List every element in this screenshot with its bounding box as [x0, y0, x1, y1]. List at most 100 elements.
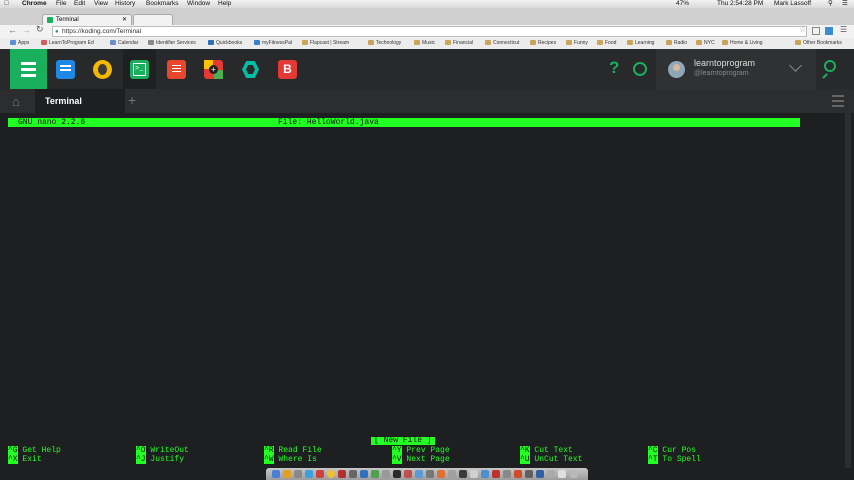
shortcut-get-help: ^G Get Help — [8, 446, 61, 455]
dock-app-icon[interactable] — [316, 470, 324, 478]
url-bar[interactable]: ● https://koding.com/Terminal — [52, 26, 807, 37]
dock-app-icon[interactable] — [426, 470, 434, 478]
bookmark-item[interactable]: Flapcast | Stream — [302, 38, 349, 49]
menu-help[interactable]: Help — [218, 0, 231, 8]
dock-app-icon[interactable] — [525, 470, 533, 478]
dock-app-icon[interactable] — [437, 470, 445, 478]
account-box[interactable]: learntoprogram @learntoprogram — [656, 49, 816, 89]
main-menu-button[interactable] — [10, 49, 47, 89]
chrome-menu-icon[interactable]: ☰ — [840, 25, 847, 34]
shortcut-prev-page: ^Y Prev Page — [392, 446, 450, 455]
bookmark-folder[interactable]: Technology — [368, 38, 401, 49]
menu-chrome[interactable]: Chrome — [22, 0, 47, 8]
dock-app-icon[interactable] — [415, 470, 423, 478]
extension-icon-2[interactable] — [825, 27, 833, 35]
dock-app-icon[interactable] — [283, 470, 291, 478]
terminal-scrollbar[interactable] — [845, 113, 851, 468]
dock-app-icon[interactable] — [470, 470, 478, 478]
dock-app-icon[interactable] — [448, 470, 456, 478]
dock-app-icon[interactable] — [360, 470, 368, 478]
apple-icon[interactable]:  — [4, 0, 9, 8]
bookmark-folder[interactable]: Financial — [445, 38, 473, 49]
hexagon-app-icon[interactable] — [241, 60, 260, 79]
menu-file[interactable]: File — [56, 0, 66, 8]
bookmark-folder[interactable]: Learning — [627, 38, 654, 49]
add-tab-button[interactable]: + — [128, 92, 136, 108]
bookmark-folder[interactable]: Connecticut — [485, 38, 519, 49]
bookmark-folder[interactable]: Radio — [666, 38, 687, 49]
terminal-app-icon: >_ — [130, 60, 149, 79]
tab-terminal[interactable]: Terminal — [35, 89, 125, 113]
notifications-icon[interactable] — [633, 62, 647, 76]
menu-edit[interactable]: Edit — [74, 0, 85, 8]
bookmark-folder[interactable]: Recipes — [530, 38, 556, 49]
dock-app-icon[interactable] — [382, 470, 390, 478]
shortcut-writeout: ^O WriteOut — [136, 446, 189, 455]
lock-icon: ● — [55, 29, 59, 35]
dock-app-icon[interactable] — [481, 470, 489, 478]
dock-app-icon[interactable] — [349, 470, 357, 478]
activity-app-icon[interactable] — [93, 60, 112, 79]
dock-app-icon[interactable] — [404, 470, 412, 478]
bookmark-folder[interactable]: NYC — [696, 38, 715, 49]
reload-icon[interactable]: ↻ — [36, 24, 44, 35]
shortcut-read-file: ^R Read File — [264, 446, 322, 455]
dock-app-icon[interactable] — [514, 470, 522, 478]
bookmark-item[interactable]: Apps — [10, 38, 29, 49]
shortcut-exit: ^X Exit — [8, 455, 42, 464]
dock-app-icon[interactable] — [536, 470, 544, 478]
bookmark-item[interactable]: Identifier Services — [148, 38, 196, 49]
dock-app-icon[interactable] — [305, 470, 313, 478]
menu-bookmarks[interactable]: Bookmarks — [146, 0, 179, 8]
dock-folder-icon[interactable] — [558, 470, 566, 478]
dock-app-icon[interactable] — [393, 470, 401, 478]
menu-window[interactable]: Window — [187, 0, 210, 8]
browser-tab[interactable]: Terminal ✕ — [42, 14, 132, 25]
terminal-app-active[interactable]: >_ — [123, 49, 156, 89]
user-name[interactable]: Mark Lassoff — [774, 0, 811, 8]
back-icon[interactable]: ← — [8, 25, 17, 35]
help-icon[interactable]: ? — [609, 58, 619, 78]
home-icon[interactable]: ⌂ — [12, 94, 20, 109]
bookmark-item[interactable]: myFitnessPal — [254, 38, 292, 49]
chrome-dock-icon[interactable] — [327, 470, 335, 478]
bookmark-item[interactable]: Calendar — [110, 38, 138, 49]
extension-icon[interactable] — [812, 27, 820, 35]
bookmark-item[interactable]: Quickbooks — [208, 38, 242, 49]
bookmark-folder[interactable]: Music — [414, 38, 435, 49]
menu-history[interactable]: History — [115, 0, 135, 8]
nano-header: GNU nano 2.2.6 File: HelloWorld.java — [8, 118, 800, 127]
other-bookmarks[interactable]: Other Bookmarks — [795, 38, 842, 49]
dock-app-icon[interactable] — [338, 470, 346, 478]
chat-app-icon[interactable] — [56, 60, 75, 79]
bookmark-folder[interactable]: Home & Living — [722, 38, 763, 49]
pane-menu-icon[interactable] — [832, 95, 844, 97]
dock-app-icon[interactable] — [503, 470, 511, 478]
bootstrap-app-icon[interactable]: B — [278, 60, 297, 79]
mac-menubar:  Chrome File Edit View History Bookmark… — [0, 0, 854, 8]
bookmark-star-icon[interactable]: ☆ — [799, 25, 806, 34]
chevron-down-icon[interactable] — [789, 59, 802, 72]
search-icon[interactable]: ⚲ — [828, 0, 833, 8]
new-tab-button[interactable] — [133, 14, 173, 25]
dock-app-icon[interactable] — [492, 470, 500, 478]
clock[interactable]: Thu 2:54:28 PM — [717, 0, 763, 8]
bookmark-item[interactable]: LearnToProgram Ed — [41, 38, 94, 49]
navigation-bar: ← → ↻ ● https://koding.com/Terminal ☆ ☰ — [0, 24, 854, 38]
dock-app-icon[interactable] — [459, 470, 467, 478]
forward-icon[interactable]: → — [22, 25, 31, 35]
search-icon[interactable] — [824, 60, 836, 72]
dock-app-icon[interactable] — [294, 470, 302, 478]
list-icon[interactable]: ☰ — [842, 0, 848, 8]
menu-view[interactable]: View — [94, 0, 108, 8]
dock-app-icon[interactable] — [547, 470, 555, 478]
battery-percent[interactable]: 47% — [676, 0, 689, 8]
trash-icon[interactable] — [570, 470, 578, 478]
editor-app-icon[interactable] — [167, 60, 186, 79]
bookmark-folder[interactable]: Food — [597, 38, 616, 49]
bookmark-folder[interactable]: Funny — [566, 38, 588, 49]
dock-app-icon[interactable] — [371, 470, 379, 478]
add-app-icon[interactable]: + — [204, 60, 223, 79]
finder-icon[interactable] — [272, 470, 280, 478]
terminal-area[interactable] — [0, 113, 854, 468]
